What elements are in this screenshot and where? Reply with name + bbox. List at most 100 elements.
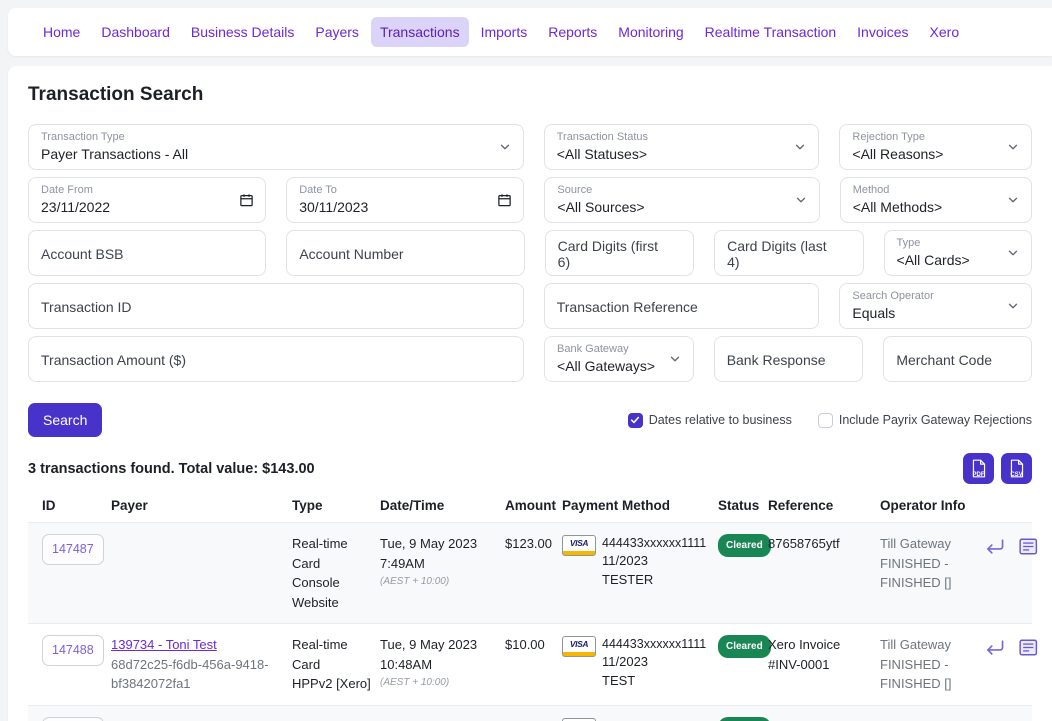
transaction-details-icon[interactable] [1018,537,1039,556]
nav-item-reports[interactable]: Reports [539,17,606,47]
field-value: 23/11/2022 [41,198,237,217]
transaction-amount-input[interactable]: Transaction Amount ($) [28,336,524,382]
col-header-type: Type [292,498,380,513]
card-digits-last4-input[interactable]: Card Digits (last 4) [714,230,863,276]
chevron-down-icon [1006,193,1020,207]
nav-item-business-details[interactable]: Business Details [182,17,304,47]
account-bsb-input[interactable]: Account BSB [28,230,266,276]
date-to-input[interactable]: Date To 30/11/2023 [286,177,524,223]
card-holder: TESTER [602,571,706,590]
date-text: Tue, 16 May 2023 [380,717,497,721]
timezone-text: (AEST + 10:00) [380,574,497,589]
checkbox-unchecked-icon[interactable] [818,413,833,428]
chevron-down-icon [794,193,808,207]
datetime-cell: Tue, 9 May 2023 7:49AM (AEST + 10:00) [380,534,505,612]
export-pdf-button[interactable]: PDF [963,453,994,484]
calendar-icon[interactable] [497,193,512,208]
transaction-id-chip[interactable]: 147487 [42,534,104,565]
id-cell: 147489 [42,717,111,721]
table-row: 147489 139734 - Toni Test 68d72c25-f6db-… [28,705,1032,721]
transactions-table: ID Payer Type Date/Time Amount Payment M… [28,498,1032,721]
field-placeholder: Account Number [299,246,403,262]
transaction-type-select[interactable]: Transaction Type Payer Transactions - Al… [28,124,524,170]
field-label: Method [853,184,1003,197]
field-label: Bank Gateway [557,343,665,356]
merchant-code-input[interactable]: Merchant Code [883,336,1032,382]
nav-item-xero[interactable]: Xero [921,17,969,47]
field-value: Equals [852,304,1003,323]
account-number-input[interactable]: Account Number [286,230,524,276]
payer-link[interactable]: 139734 - Toni Test [111,637,217,652]
card-expiry: 11/2023 [602,552,706,571]
nav-item-invoices[interactable]: Invoices [848,17,917,47]
card-expiry: 11/2023 [602,653,706,672]
refund-return-icon[interactable] [983,638,1006,658]
payer-uuid: 68d72c25-f6db-456a-9418-bf3842072fa1 [111,655,284,694]
bank-response-input[interactable]: Bank Response [714,336,864,382]
search-button[interactable]: Search [28,403,102,437]
rejection-type-select[interactable]: Rejection Type <All Reasons> [839,124,1032,170]
col-header-payer: Payer [111,498,292,513]
transaction-id-input[interactable]: Transaction ID [28,283,524,329]
field-value: <All Gateways> [557,357,665,376]
field-placeholder: Bank Response [727,352,826,368]
calendar-icon[interactable] [239,193,254,208]
field-value: <All Reasons> [852,145,1003,164]
source-select[interactable]: Source <All Sources> [544,177,819,223]
visa-card-icon: VISA [562,535,596,556]
results-summary: 3 transactions found. Total value: $143.… [28,461,315,477]
date-text: Tue, 9 May 2023 [380,534,497,554]
field-placeholder: Transaction Reference [557,299,698,315]
type-cell: Real-time Card Console Website [292,534,380,612]
nav-item-imports[interactable]: Imports [472,17,537,47]
transaction-details-icon[interactable] [1018,638,1039,657]
field-value: Payer Transactions - All [41,145,495,164]
export-csv-button[interactable]: CSV [1001,453,1032,484]
nav-item-monitoring[interactable]: Monitoring [609,17,692,47]
nav-item-payers[interactable]: Payers [306,17,368,47]
table-header: ID Payer Type Date/Time Amount Payment M… [28,498,1032,522]
payer-cell [111,534,292,612]
date-from-input[interactable]: Date From 23/11/2022 [28,177,266,223]
field-label: Source [557,184,790,197]
field-label: Search Operator [852,290,1003,303]
row-actions-cell [983,534,1047,612]
card-type-select[interactable]: Type <All Cards> [884,230,1032,276]
amount-cell: $10.00 [505,635,562,694]
table-row: 147488 139734 - Toni Test 68d72c25-f6db-… [28,623,1032,705]
file-type-label: PDF [963,472,994,478]
chevron-down-icon [498,140,512,154]
field-placeholder: Card Digits (first 6) [558,238,665,270]
card-digits-first6-input[interactable]: Card Digits (first 6) [545,230,694,276]
field-placeholder: Card Digits (last 4) [727,238,834,270]
include-payrix-rejections-checkbox[interactable]: Include Payrix Gateway Rejections [818,413,1032,428]
nav-item-home[interactable]: Home [34,17,89,47]
search-operator-select[interactable]: Search Operator Equals [839,283,1032,329]
status-badge: Cleared [718,635,771,658]
transaction-reference-input[interactable]: Transaction Reference [544,283,820,329]
col-header-payment-method: Payment Method [562,498,718,513]
visa-card-icon: VISA [562,636,596,657]
field-label: Type [897,237,1003,250]
col-header-amount: Amount [505,498,562,513]
nav-item-realtime-transaction[interactable]: Realtime Transaction [696,17,846,47]
nav-item-transactions[interactable]: Transactions [371,17,469,47]
field-label: Transaction Status [557,131,791,144]
reference-cell: Xero Invoice #INV-0002 [768,717,880,721]
timezone-text: (AEST + 10:00) [380,675,497,690]
operator-info-cell: Till Gateway FINISHED - FINISHED [] [880,534,983,612]
transaction-id-chip[interactable]: 147488 [42,635,104,666]
card-number: 444433xxxxxx1111 [602,635,706,653]
transaction-id-chip[interactable]: 147489 [42,717,104,721]
datetime-cell: Tue, 16 May 2023 1:12PM (AEST + 10:00) [380,717,505,721]
card-number: 411111xxxxxx1111 [602,717,703,721]
refund-return-icon[interactable] [983,537,1006,557]
chevron-down-icon [668,352,682,366]
bank-gateway-select[interactable]: Bank Gateway <All Gateways> [544,336,694,382]
payment-method-cell: VISA 444433xxxxxx1111 11/2023 TEST [562,635,718,694]
transaction-status-select[interactable]: Transaction Status <All Statuses> [544,124,820,170]
dates-relative-checkbox[interactable]: Dates relative to business [628,413,792,428]
checkbox-checked-icon[interactable] [628,413,643,428]
method-select[interactable]: Method <All Methods> [840,177,1032,223]
nav-item-dashboard[interactable]: Dashboard [92,17,179,47]
